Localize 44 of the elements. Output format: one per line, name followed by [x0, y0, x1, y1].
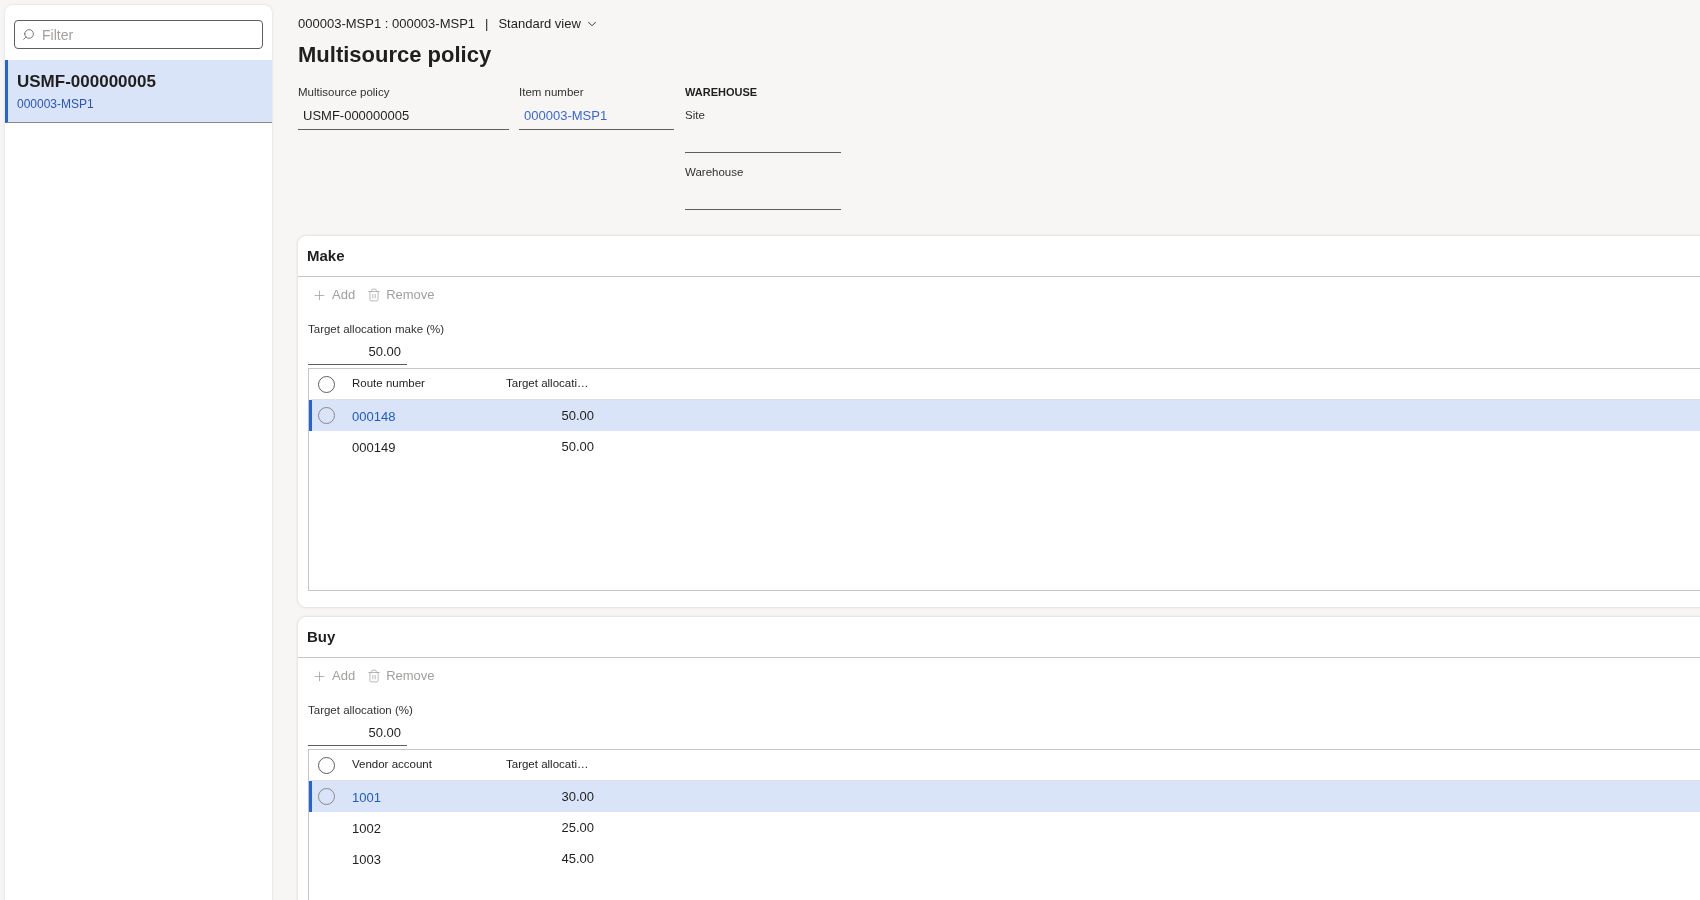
group-heading: WAREHOUSE [685, 85, 759, 100]
item-subtitle: 000003-MSP1 [17, 95, 95, 112]
table-cell: 1002 [352, 820, 381, 836]
list-item[interactable]: USMF-000000005 000003-MSP1 [5, 60, 272, 123]
search-icon [22, 28, 35, 41]
table-cell-text: 45.00 [561, 849, 594, 868]
field-label: Site [685, 108, 706, 123]
plus-icon [312, 668, 327, 684]
filter-field[interactable]: Filter [14, 20, 263, 49]
trash-icon [367, 669, 382, 683]
view-selector[interactable]: Standard view [498, 14, 599, 34]
record-link[interactable]: 1001 [352, 789, 381, 805]
field-label: Multisource policy [298, 85, 391, 100]
section-title: Buy [307, 626, 336, 647]
record-link[interactable]: 000148 [352, 408, 396, 424]
item-title: USMF-000000005 [17, 70, 157, 93]
table-row[interactable]: 000148 50.00 [309, 400, 1700, 431]
column-header[interactable]: Vendor account [345, 756, 499, 774]
breadcrumb-separator: | [485, 15, 489, 34]
field-label: Item number [519, 85, 585, 100]
select-all-checkbox[interactable] [318, 375, 335, 393]
column-header[interactable]: Target allocati… [499, 756, 599, 774]
table-cell: 000149 [352, 439, 396, 455]
allocation-field[interactable]: 50.00 [308, 339, 407, 365]
page-title: Multisource policy [298, 41, 493, 69]
table-cell: 1003 [352, 851, 381, 867]
table-cell-text: 50.00 [561, 406, 594, 425]
input-field[interactable]: USMF-000000005 [298, 102, 509, 130]
trash-icon [367, 288, 382, 302]
table-row[interactable]: 1001 30.00 [309, 781, 1700, 812]
allocation-field[interactable]: 50.00 [308, 720, 407, 746]
table-cell-text: 50.00 [561, 437, 594, 456]
field-label: Target allocation (%) [308, 703, 414, 718]
section-title: Make [307, 245, 345, 266]
item-number-field[interactable]: 000003-MSP1 [519, 102, 674, 130]
column-header[interactable]: Target allocati… [499, 375, 599, 393]
select-all-checkbox[interactable] [318, 756, 335, 774]
column-header[interactable]: Route number [345, 375, 499, 393]
plus-icon [312, 287, 327, 303]
record-breadcrumb: 000003-MSP1 : 000003-MSP1 [298, 15, 476, 34]
field-label: Warehouse [685, 165, 745, 180]
table-cell-text: 25.00 [561, 818, 594, 837]
table-cell-text: 30.00 [561, 787, 594, 806]
field-label: Target allocation make (%) [308, 322, 446, 337]
